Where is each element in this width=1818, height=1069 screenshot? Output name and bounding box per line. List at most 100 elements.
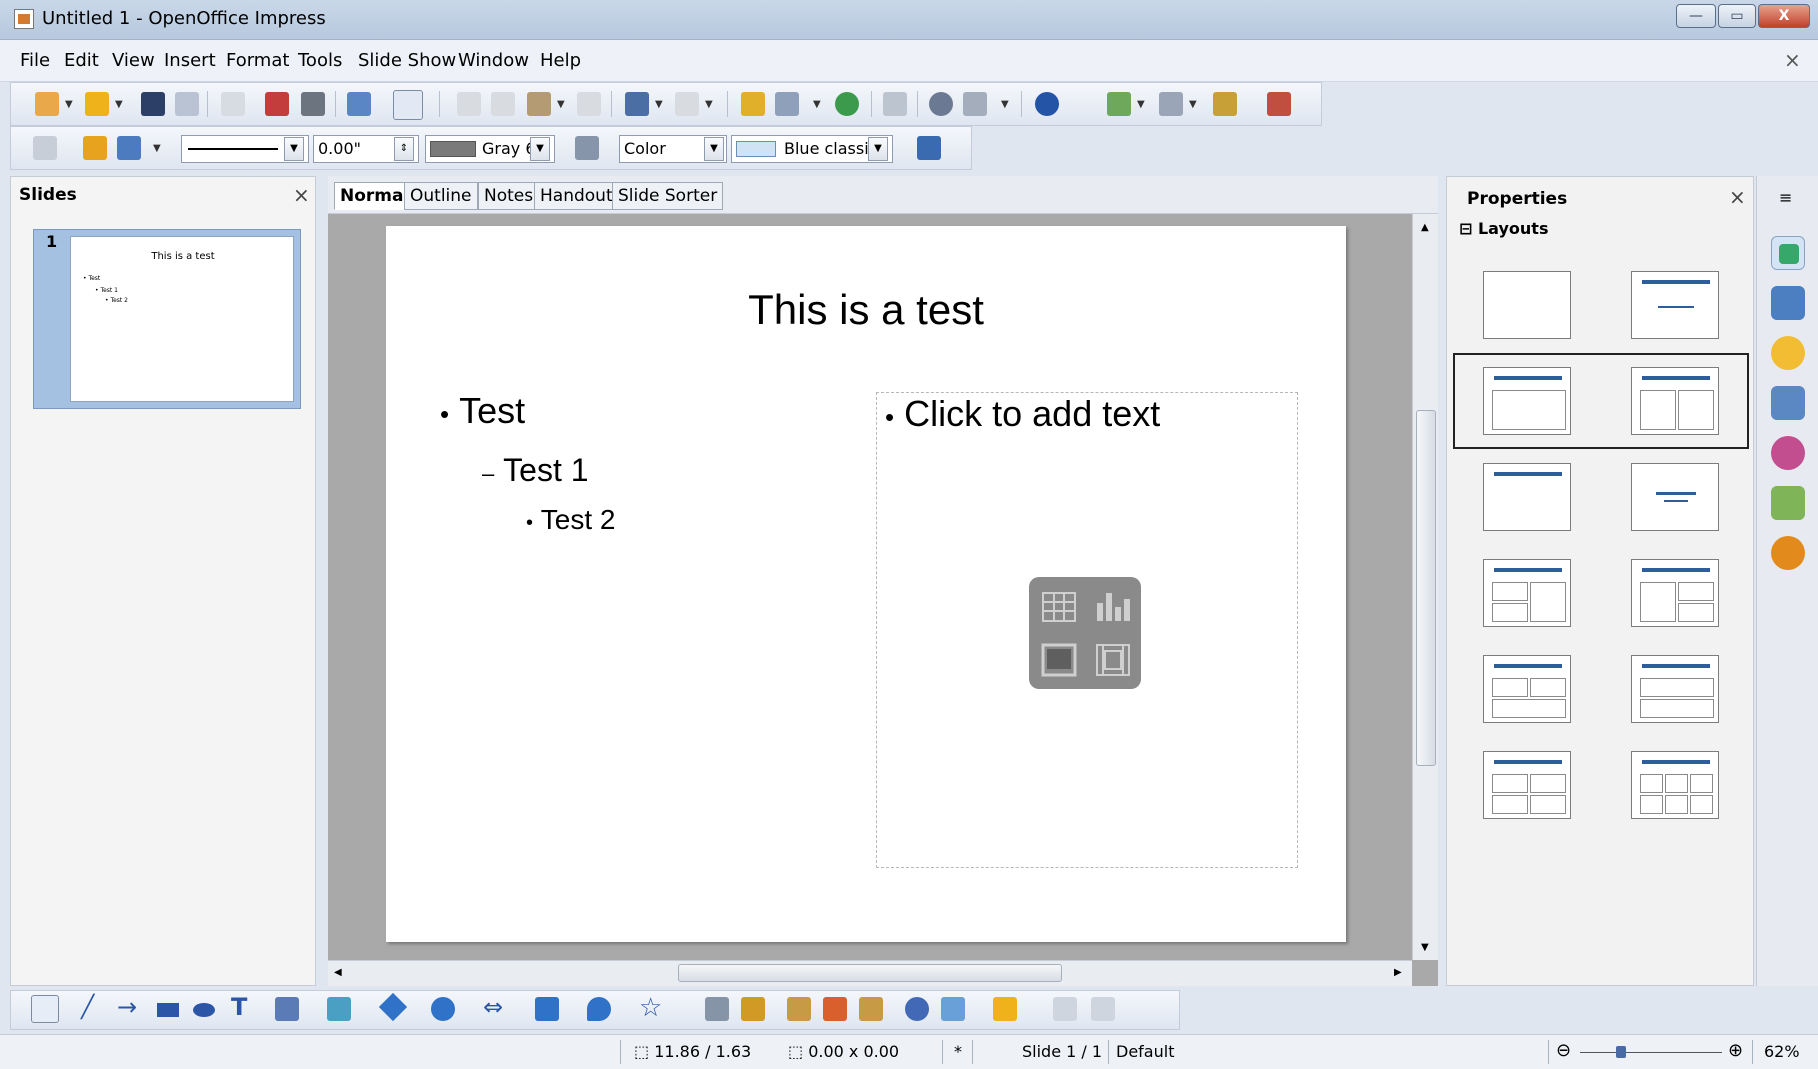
close-document-icon[interactable]: × [1784,48,1801,72]
menu-window[interactable]: Window [458,50,529,71]
maximize-button[interactable]: ▭ [1718,4,1756,28]
slide-title[interactable]: This is a test [386,286,1346,334]
arrow-style-icon[interactable] [117,136,141,160]
spellcheck-icon[interactable] [347,92,371,116]
menu-format[interactable]: Format [226,50,289,71]
shadow-icon[interactable] [917,136,941,160]
export-pdf-icon[interactable] [265,92,289,116]
curve-tool-icon[interactable] [275,997,299,1021]
insert-image-icon[interactable] [1033,635,1083,685]
menu-slide-show[interactable]: Slide Show [358,50,456,71]
arrow-style-dropdown-arrow[interactable]: ▼ [153,143,161,154]
slide-design-icon[interactable] [1213,92,1237,116]
spin-button[interactable]: ⇕ [394,137,414,161]
zoom-slider[interactable] [1580,1052,1722,1053]
document-modified-indicator[interactable]: * [954,1042,962,1061]
insert-table-icon[interactable] [775,92,799,116]
zoom-dropdown-arrow[interactable]: ▼ [1001,99,1009,110]
autospellcheck-icon[interactable] [393,90,423,120]
alignment-icon[interactable] [941,997,965,1021]
cut-icon[interactable] [457,92,481,116]
extrusion-icon[interactable] [1053,997,1077,1021]
menu-insert[interactable]: Insert [164,50,216,71]
points-icon[interactable] [705,997,729,1021]
slide-canvas[interactable]: This is a test • Test – Test 1 • Test 2 … [386,226,1346,942]
layout-title-only[interactable] [1631,271,1719,339]
layout-title-two-columns[interactable] [1631,367,1719,435]
arrange-icon[interactable] [993,997,1017,1021]
email-document-icon[interactable] [175,92,199,116]
chevron-down-icon[interactable]: ▼ [530,137,550,161]
from-file-icon[interactable] [823,997,847,1021]
zoom-in-icon[interactable]: ⊕ [1728,1040,1743,1061]
navigator-compass-icon[interactable] [1771,536,1805,570]
area-fill-select[interactable]: Blue classic ▼ [731,135,893,163]
open-dropdown-arrow[interactable]: ▼ [115,99,123,110]
object-bar-icon[interactable] [33,136,57,160]
line-style-select[interactable]: ▼ [181,135,309,163]
slide-icon[interactable] [1107,92,1131,116]
scroll-right-icon[interactable]: ▶ [1394,967,1402,978]
stars-icon[interactable]: ☆ [639,993,662,1023]
scroll-down-icon[interactable]: ▼ [1421,942,1429,953]
edit-file-icon[interactable] [221,92,245,116]
insert-table-icon[interactable] [1033,581,1083,631]
symbol-shapes-icon[interactable] [431,997,455,1021]
undo-dropdown-arrow[interactable]: ▼ [655,99,663,110]
slide-transition-icon[interactable] [1771,386,1805,420]
animation-star-icon[interactable] [1771,336,1805,370]
insert-chart-icon[interactable] [741,92,765,116]
redo-dropdown-arrow[interactable]: ▼ [705,99,713,110]
slide-layout-icon[interactable] [1159,92,1183,116]
layouts-section-header[interactable]: ⊟ Layouts [1459,219,1548,238]
insert-video-icon[interactable] [1087,635,1137,685]
zoom-out-icon[interactable]: ⊖ [1556,1040,1571,1061]
master-slides-icon[interactable] [1771,286,1805,320]
glue-points-icon[interactable] [741,997,765,1021]
layout-title-two-left-one-right[interactable] [1483,559,1571,627]
layout-title-block[interactable] [1483,463,1571,531]
zoom-icon[interactable] [963,92,987,116]
flowchart-icon[interactable] [535,997,559,1021]
tab-notes[interactable]: Notes [478,182,540,210]
paste-icon[interactable] [527,92,551,116]
layout-title-four-content[interactable] [1483,751,1571,819]
bullet-item-level-2[interactable]: – Test 1 [482,452,589,489]
slide-dropdown-arrow[interactable]: ▼ [1137,99,1145,110]
menu-tools[interactable]: Tools [298,50,342,71]
new-dropdown-arrow[interactable]: ▼ [65,99,73,110]
select-arrow-icon[interactable] [31,995,59,1023]
new-document-icon[interactable] [35,92,59,116]
help-icon[interactable] [1035,92,1059,116]
menu-view[interactable]: View [112,50,155,71]
redo-icon[interactable] [675,92,699,116]
save-icon[interactable] [141,92,165,116]
print-icon[interactable] [301,92,325,116]
scroll-up-icon[interactable]: ▲ [1421,222,1429,233]
display-grid-icon[interactable] [883,92,907,116]
open-folder-icon[interactable] [85,92,109,116]
sidebar-menu-icon[interactable]: ≡ [1779,188,1792,207]
area-fill-icon[interactable] [575,136,599,160]
ellipse-tool-icon[interactable] [193,1003,215,1017]
layout-title-two-top-one-bottom[interactable] [1483,655,1571,723]
scroll-left-icon[interactable]: ◀ [334,967,342,978]
chevron-down-icon[interactable]: ▼ [284,137,304,161]
placeholder-text[interactable]: • Click to add text [885,393,1160,435]
slide-thumbnail[interactable]: 1 This is a test • Test • Test 1 • Test … [33,229,301,409]
insert-chart-icon[interactable] [1087,581,1137,631]
interaction-icon[interactable] [1091,997,1115,1021]
arrow-tool-icon[interactable]: → [117,993,137,1021]
tab-handout[interactable]: Handout [534,182,619,210]
close-icon[interactable]: × [1729,185,1746,209]
copy-icon[interactable] [491,92,515,116]
horizontal-scrollbar[interactable]: ◀ ▶ [328,960,1412,986]
layout-title-content[interactable] [1483,367,1571,435]
line-width-field[interactable]: 0.00" ⇕ [313,135,419,163]
rotate-icon[interactable] [905,997,929,1021]
gallery-icon[interactable] [1771,486,1805,520]
layout-dropdown-arrow[interactable]: ▼ [1189,99,1197,110]
menu-edit[interactable]: Edit [64,50,99,71]
start-slideshow-icon[interactable] [1267,92,1291,116]
block-arrows-icon[interactable]: ⇔ [483,993,503,1021]
